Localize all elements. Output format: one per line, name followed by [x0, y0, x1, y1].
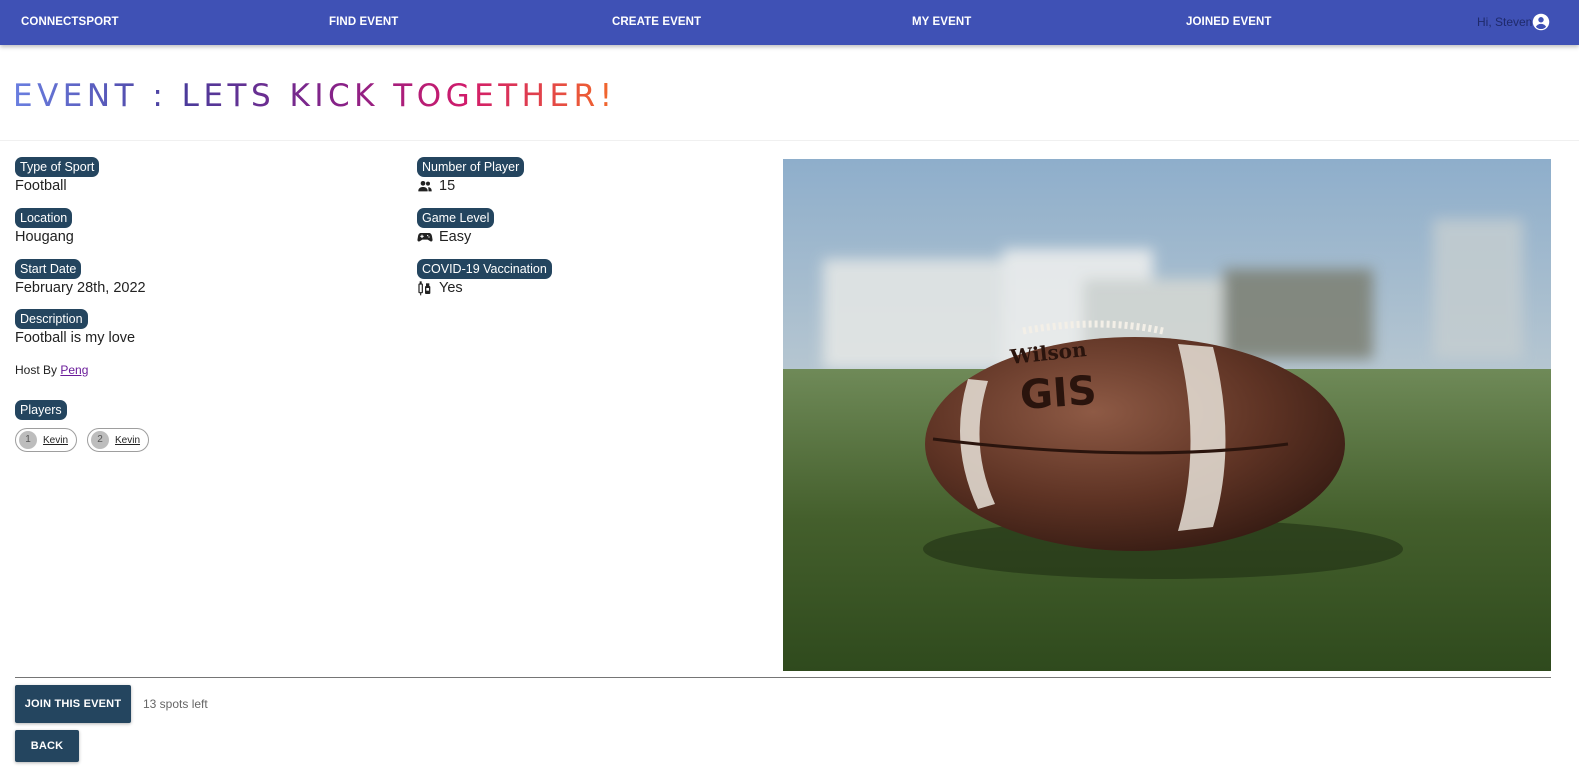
description-value: Football is my love: [15, 330, 136, 346]
player-number: 1: [19, 431, 37, 449]
user-greeting[interactable]: Hi, Steven: [1477, 0, 1532, 45]
location-value: Hougang: [15, 229, 74, 245]
sport-type-value: Football: [15, 178, 67, 194]
player-count-value: 15: [439, 178, 456, 194]
spots-left-text: 13 spots left: [143, 697, 208, 711]
player-name-link[interactable]: Kevin: [43, 435, 68, 446]
gamepad-icon: [417, 233, 433, 242]
location-chip: Location: [15, 208, 73, 228]
sport-type-chip: Type of Sport: [15, 157, 100, 177]
host-link[interactable]: Peng: [60, 363, 88, 377]
player-count-chip: Number of Player: [417, 157, 525, 177]
host-line: Host By Peng: [15, 363, 88, 377]
top-navbar: CONNECTSPORT FIND EVENT CREATE EVENT MY …: [0, 0, 1579, 45]
title-event-name: LETS KICK TOGETHER!: [182, 78, 617, 114]
back-button[interactable]: BACK: [15, 730, 79, 762]
event-photo-football: Wilson GIS: [783, 159, 1551, 671]
title-divider: [0, 140, 1579, 141]
game-level-value: Easy: [439, 229, 472, 245]
people-icon: [418, 181, 432, 192]
nav-create-event[interactable]: CREATE EVENT: [612, 0, 701, 45]
page-title: EVENT : LETS KICK TOGETHER!: [13, 78, 617, 114]
vaccination-chip: COVID-19 Vaccination: [417, 259, 552, 279]
vaccination-value: Yes: [439, 280, 463, 296]
nav-my-event[interactable]: MY EVENT: [912, 0, 971, 45]
players-chip: Players: [15, 400, 67, 420]
svg-text:EVENT : LETS KICK TOGETHER!: EVENT : LETS KICK TOGETHER!: [13, 78, 617, 114]
player-pill[interactable]: 2 Kevin: [87, 428, 150, 452]
player-number: 2: [91, 431, 109, 449]
account-circle-icon[interactable]: [1532, 13, 1550, 31]
start-date-chip: Start Date: [15, 259, 82, 279]
nav-joined-event[interactable]: JOINED EVENT: [1186, 0, 1272, 45]
player-name-link[interactable]: Kevin: [115, 435, 140, 446]
nav-brand-link[interactable]: CONNECTSPORT: [21, 0, 119, 45]
join-event-button[interactable]: JOIN THIS EVENT: [15, 685, 131, 723]
svg-text:GIS: GIS: [1018, 368, 1098, 419]
description-chip: Description: [15, 309, 88, 329]
vaccine-icon: [418, 281, 431, 296]
game-level-chip: Game Level: [417, 208, 495, 228]
nav-find-event[interactable]: FIND EVENT: [329, 0, 398, 45]
bottom-divider: [15, 677, 1551, 678]
start-date-value: February 28th, 2022: [15, 280, 146, 296]
host-prefix: Host By: [15, 363, 61, 377]
title-prefix: EVENT :: [13, 78, 182, 114]
player-pill[interactable]: 1 Kevin: [15, 428, 78, 452]
